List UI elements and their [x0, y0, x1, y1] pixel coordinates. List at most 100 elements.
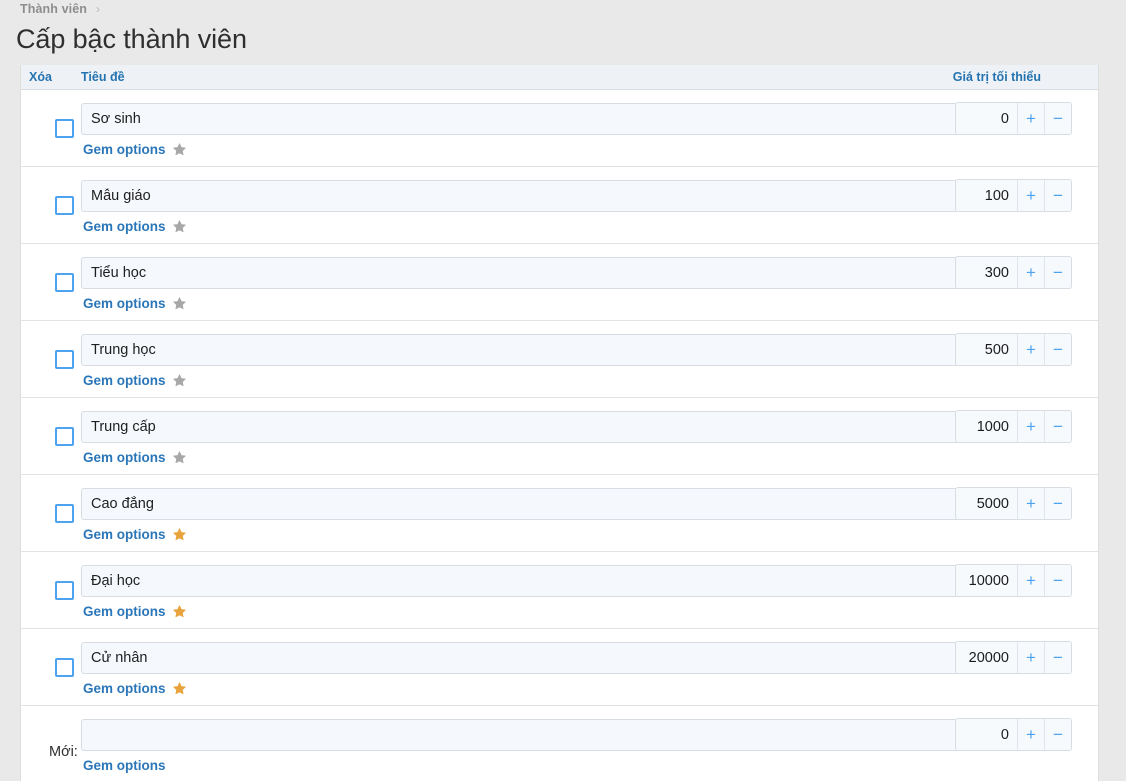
delete-checkbox[interactable] — [55, 273, 74, 292]
min-value-stepper: +− — [955, 564, 1072, 597]
title-input[interactable] — [81, 334, 961, 366]
decrement-button[interactable]: − — [1044, 719, 1071, 750]
page-title: Cấp bậc thành viên — [16, 24, 247, 54]
gem-options-line: Gem options — [83, 448, 187, 466]
decrement-button[interactable]: − — [1044, 642, 1071, 673]
gem-options-link[interactable]: Gem options — [83, 604, 166, 619]
cell-title: Gem options — [81, 706, 981, 781]
column-header-min-value: Giá trị tối thiểu — [952, 70, 1041, 84]
increment-button[interactable]: + — [1017, 488, 1044, 519]
gem-options-link[interactable]: Gem options — [83, 527, 166, 542]
title-input[interactable] — [81, 642, 961, 674]
delete-checkbox[interactable] — [55, 504, 74, 523]
delete-checkbox[interactable] — [55, 581, 74, 600]
gem-options-link[interactable]: Gem options — [83, 219, 166, 234]
increment-button[interactable]: + — [1017, 719, 1044, 750]
star-inactive-icon[interactable] — [172, 373, 187, 388]
decrement-button[interactable]: − — [1044, 488, 1071, 519]
min-value-stepper: +− — [955, 487, 1072, 520]
table-row: Gem options +− — [21, 244, 1098, 321]
increment-button[interactable]: + — [1017, 334, 1044, 365]
star-active-icon[interactable] — [172, 527, 187, 542]
increment-button[interactable]: + — [1017, 103, 1044, 134]
gem-options-line: Gem options — [83, 371, 187, 389]
min-value-input[interactable] — [956, 719, 1017, 750]
decrement-button[interactable]: − — [1044, 103, 1071, 134]
decrement-button[interactable]: − — [1044, 180, 1071, 211]
gem-options-line: Gem options — [83, 525, 187, 543]
star-active-icon[interactable] — [172, 681, 187, 696]
member-levels-panel: Xóa Tiêu đề Giá trị tối thiểu Gem option… — [20, 65, 1099, 781]
gem-options-line: Gem options — [83, 294, 187, 312]
star-inactive-icon[interactable] — [172, 219, 187, 234]
increment-button[interactable]: + — [1017, 642, 1044, 673]
cell-title: Gem options — [81, 475, 981, 551]
min-value-stepper: +− — [955, 179, 1072, 212]
gem-options-line: Gem options — [83, 602, 187, 620]
table-row: Gem options +− — [21, 629, 1098, 706]
min-value-input[interactable] — [956, 180, 1017, 211]
delete-checkbox[interactable] — [55, 658, 74, 677]
cell-delete — [21, 244, 81, 320]
min-value-input[interactable] — [956, 257, 1017, 288]
min-value-input[interactable] — [956, 565, 1017, 596]
gem-options-line: Gem options — [83, 756, 166, 774]
star-inactive-icon[interactable] — [172, 450, 187, 465]
column-header-title: Tiêu đề — [81, 70, 125, 84]
cell-title: Gem options — [81, 629, 981, 705]
cell-delete — [21, 475, 81, 551]
title-input[interactable] — [81, 411, 961, 443]
min-value-input[interactable] — [956, 488, 1017, 519]
gem-options-link[interactable]: Gem options — [83, 373, 166, 388]
increment-button[interactable]: + — [1017, 257, 1044, 288]
title-input[interactable] — [81, 488, 961, 520]
gem-options-line: Gem options — [83, 217, 187, 235]
min-value-input[interactable] — [956, 334, 1017, 365]
star-active-icon[interactable] — [172, 604, 187, 619]
new-row-label: Mới: — [49, 744, 78, 760]
star-inactive-icon[interactable] — [172, 296, 187, 311]
title-input[interactable] — [81, 180, 961, 212]
gem-options-link[interactable]: Gem options — [83, 450, 166, 465]
title-input[interactable] — [81, 103, 961, 135]
star-inactive-icon[interactable] — [172, 142, 187, 157]
cell-delete: Mới: — [21, 706, 81, 781]
cell-min-value: +− — [938, 629, 1098, 705]
title-input[interactable] — [81, 719, 961, 751]
min-value-stepper: +− — [955, 333, 1072, 366]
cell-min-value: +− — [938, 552, 1098, 628]
min-value-input[interactable] — [956, 103, 1017, 134]
increment-button[interactable]: + — [1017, 180, 1044, 211]
gem-options-link[interactable]: Gem options — [83, 296, 166, 311]
delete-checkbox[interactable] — [55, 427, 74, 446]
gem-options-line: Gem options — [83, 679, 187, 697]
page-root: Thành viên › Cấp bậc thành viên Xóa Tiêu… — [0, 0, 1126, 781]
min-value-stepper: +− — [955, 102, 1072, 135]
table-row: Gem options +− — [21, 475, 1098, 552]
decrement-button[interactable]: − — [1044, 565, 1071, 596]
gem-options-link[interactable]: Gem options — [83, 142, 166, 157]
title-input[interactable] — [81, 565, 961, 597]
min-value-stepper: +− — [955, 641, 1072, 674]
increment-button[interactable]: + — [1017, 411, 1044, 442]
title-input[interactable] — [81, 257, 961, 289]
increment-button[interactable]: + — [1017, 565, 1044, 596]
decrement-button[interactable]: − — [1044, 334, 1071, 365]
delete-checkbox[interactable] — [55, 196, 74, 215]
min-value-input[interactable] — [956, 642, 1017, 673]
decrement-button[interactable]: − — [1044, 257, 1071, 288]
breadcrumb-item-thanh-vien[interactable]: Thành viên — [20, 2, 87, 16]
gem-options-link[interactable]: Gem options — [83, 681, 166, 696]
cell-delete — [21, 398, 81, 474]
min-value-input[interactable] — [956, 411, 1017, 442]
breadcrumb: Thành viên › — [20, 0, 100, 18]
cell-delete — [21, 552, 81, 628]
delete-checkbox[interactable] — [55, 119, 74, 138]
delete-checkbox[interactable] — [55, 350, 74, 369]
gem-options-line: Gem options — [83, 140, 187, 158]
decrement-button[interactable]: − — [1044, 411, 1071, 442]
table-row: Gem options +− — [21, 398, 1098, 475]
table-row: Gem options +− — [21, 321, 1098, 398]
cell-title: Gem options — [81, 398, 981, 474]
gem-options-link[interactable]: Gem options — [83, 758, 166, 773]
